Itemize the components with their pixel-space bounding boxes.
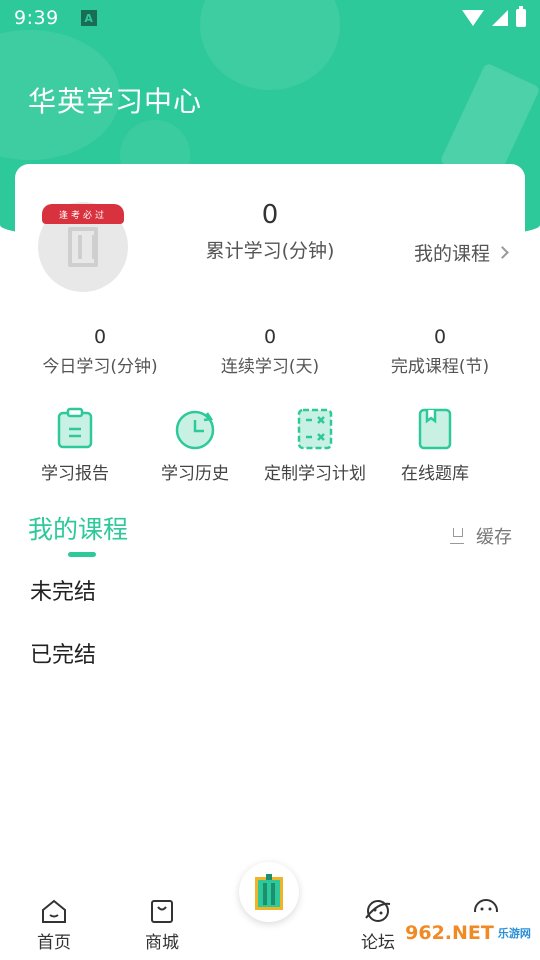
notification-a-icon: A xyxy=(80,10,97,26)
avatar-logo-icon xyxy=(68,227,98,267)
tab-mall[interactable]: 商城 xyxy=(108,880,216,953)
bookmark-book-icon xyxy=(418,408,452,450)
calculator-plan-icon xyxy=(297,408,333,450)
tool-custom-plan[interactable]: 定制学习计划 xyxy=(255,407,375,484)
tool-study-history[interactable]: 学习历史 xyxy=(135,407,255,484)
app-logo-icon xyxy=(255,874,283,910)
watermark-text: 962.NET xyxy=(405,922,494,944)
cache-button[interactable]: 缓存 xyxy=(450,523,512,549)
total-minutes-value: 0 xyxy=(261,200,279,230)
tab-label: 论坛 xyxy=(361,933,395,953)
tool-question-bank[interactable]: 在线题库 xyxy=(375,407,495,484)
tools-row: 学习报告 学习历史 定制学习计划 在线题库 xyxy=(15,407,495,484)
section-tab-indicator xyxy=(68,552,96,557)
stat-label: 今日学习(分钟) xyxy=(42,357,158,377)
status-bar: 9:39 A xyxy=(0,0,540,36)
stat-value: 0 xyxy=(433,326,447,348)
tab-label: 首页 xyxy=(37,933,71,953)
page-title: 华英学习中心 xyxy=(28,85,203,118)
download-icon xyxy=(450,528,466,544)
wifi-icon xyxy=(462,10,484,26)
home-icon xyxy=(42,899,66,923)
total-minutes-label: 累计学习(分钟) xyxy=(205,240,335,262)
my-courses-link-label: 我的课程 xyxy=(413,243,490,265)
course-filter-finished[interactable]: 已完结 xyxy=(30,637,96,669)
cache-label: 缓存 xyxy=(476,527,512,548)
course-filter-unfinished[interactable]: 未完结 xyxy=(30,574,96,606)
ribbon-badge: 逢考必过 xyxy=(42,204,124,224)
section-title-my-courses[interactable]: 我的课程 xyxy=(28,510,128,546)
my-courses-link[interactable]: 我的课程 xyxy=(413,239,509,266)
tool-label: 在线题库 xyxy=(401,464,469,484)
center-home-button[interactable] xyxy=(239,862,299,922)
stat-streak: 0 连续学习(天) xyxy=(185,326,355,377)
signal-icon xyxy=(492,10,508,26)
status-time: 9:39 xyxy=(14,7,59,29)
site-watermark: 962.NET 乐游网 xyxy=(402,912,534,954)
battery-icon xyxy=(516,6,526,27)
clipboard-report-icon xyxy=(57,407,93,449)
tool-label: 学习历史 xyxy=(161,464,229,484)
tool-label: 学习报告 xyxy=(41,464,109,484)
history-clock-icon xyxy=(175,410,215,450)
stats-row: 0 今日学习(分钟) 0 连续学习(天) 0 完成课程(节) xyxy=(15,326,525,377)
stat-today: 0 今日学习(分钟) xyxy=(15,326,185,377)
watermark-sub: 乐游网 xyxy=(497,927,531,940)
stat-value: 0 xyxy=(93,326,107,348)
tool-label: 定制学习计划 xyxy=(264,464,366,484)
stat-label: 完成课程(节) xyxy=(390,357,490,377)
chevron-right-icon xyxy=(496,246,509,259)
stat-completed: 0 完成课程(节) xyxy=(355,326,525,377)
planet-icon xyxy=(365,900,391,922)
tool-study-report[interactable]: 学习报告 xyxy=(15,407,135,484)
tab-home[interactable]: 首页 xyxy=(0,880,108,953)
stat-value: 0 xyxy=(263,326,277,348)
stat-label: 连续学习(天) xyxy=(220,357,320,377)
shopping-bag-icon xyxy=(151,900,173,923)
profile-card: 逢考必过 0 累计学习(分钟) 我的课程 0 今日学习(分钟) 0 连续学习(天… xyxy=(15,164,525,494)
tab-label: 商城 xyxy=(145,933,179,953)
